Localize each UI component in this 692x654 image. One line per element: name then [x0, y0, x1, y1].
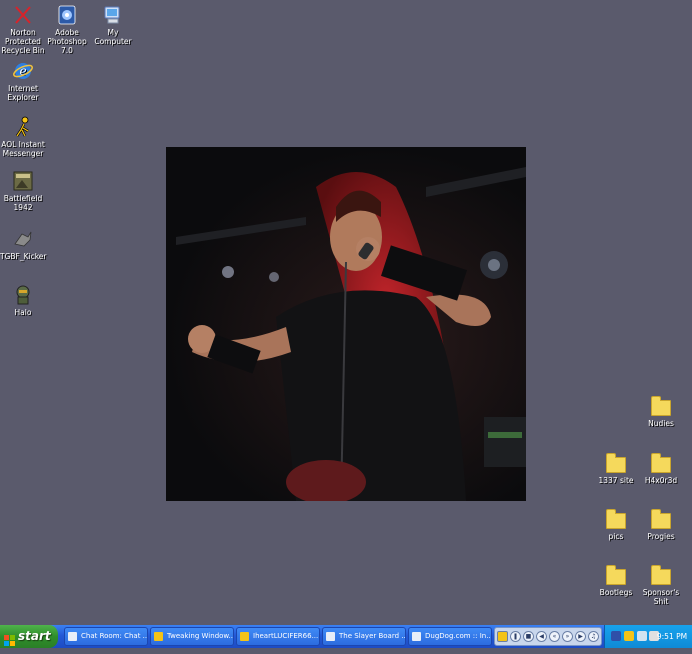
windows-flag-icon	[4, 631, 15, 646]
aim-icon	[240, 632, 249, 641]
folder-h4x0r3d[interactable]: H4x0r3d	[638, 453, 684, 485]
desktop-icon-recycle-bin[interactable]: Norton Protected Recycle Bin	[0, 4, 46, 55]
desktop-icon-label: Norton Protected Recycle Bin	[1, 28, 45, 55]
desktop-icon-aim[interactable]: AOL Instant Messenger	[0, 116, 46, 158]
fast-forward-icon[interactable]: »	[562, 631, 573, 642]
desktop-icon-internet-explorer[interactable]: e Internet Explorer	[0, 60, 46, 102]
photoshop-icon	[56, 4, 78, 26]
task-label: Chat Room: Chat ...	[81, 632, 148, 640]
folder-label: Progies	[647, 532, 675, 541]
aim-tray-icon[interactable]	[624, 631, 634, 641]
folder-icon	[606, 453, 626, 473]
previous-icon[interactable]: ◀	[536, 631, 547, 642]
taskbar-button-slayer-board[interactable]: The Slayer Board ...	[322, 627, 406, 646]
desktop-icon-battlefield[interactable]: Battlefield 1942	[0, 170, 46, 212]
folder-label: pics	[608, 532, 624, 541]
aim-icon	[12, 116, 34, 138]
start-label: start	[18, 629, 51, 643]
desktop-icon-my-computer[interactable]: My Computer	[90, 4, 136, 46]
recycle-bin-icon	[12, 4, 34, 26]
task-label: DugDog.com :: In...	[425, 632, 492, 640]
folder-bootlegs[interactable]: Bootlegs	[593, 565, 639, 597]
folder-label: 1337 site	[598, 476, 634, 485]
my-computer-icon	[102, 4, 124, 26]
folder-label: Nudies	[648, 419, 674, 428]
aim-icon	[154, 632, 163, 641]
pause-icon[interactable]: ❚	[510, 631, 521, 642]
desktop-icon-photoshop[interactable]: Adobe Photoshop 7.0	[44, 4, 90, 55]
browser-icon	[412, 632, 421, 641]
folder-icon	[606, 509, 626, 529]
task-label: The Slayer Board ...	[339, 632, 406, 640]
desktop-icon-label: TGBF_Kicker	[0, 252, 47, 261]
folder-icon	[651, 396, 671, 416]
security-icon[interactable]	[637, 631, 647, 641]
desktop-icon-label: Halo	[14, 308, 32, 317]
desktop-icon-halo[interactable]: Halo	[0, 284, 46, 317]
folder-1337-site[interactable]: 1337 site	[593, 453, 639, 485]
halo-icon	[12, 284, 34, 306]
next-icon[interactable]: ▶	[575, 631, 586, 642]
browser-icon	[326, 632, 335, 641]
folder-pics[interactable]: pics	[593, 509, 639, 541]
wallpaper-photo	[166, 147, 526, 501]
taskbar-button-iheartlucifer[interactable]: IheartLUCIFER66...	[236, 627, 320, 646]
battlefield-icon	[12, 170, 34, 192]
task-label: Tweaking Window...	[167, 632, 234, 640]
desktop-icon-label: Internet Explorer	[7, 84, 39, 102]
folder-label: H4x0r3d	[644, 476, 678, 485]
task-label: IheartLUCIFER66...	[253, 632, 319, 640]
taskbar-button-dugdog[interactable]: DugDog.com :: In...	[408, 627, 492, 646]
folder-label: Sponsor's Shit	[642, 588, 680, 606]
rewind-icon[interactable]: «	[549, 631, 560, 642]
desktop-icon-label: Adobe Photoshop 7.0	[47, 28, 87, 55]
desktop-icon-label: Battlefield 1942	[3, 194, 43, 212]
taskbar: start Chat Room: Chat ... Tweaking Windo…	[0, 625, 692, 648]
media-menu-icon[interactable]	[497, 631, 508, 642]
internet-explorer-icon: e	[12, 60, 34, 82]
network-icon[interactable]	[611, 631, 621, 641]
browser-icon	[68, 632, 77, 641]
taskbar-button-chat-room[interactable]: Chat Room: Chat ...	[64, 627, 148, 646]
desktop-icon-label: My Computer	[94, 28, 132, 46]
volume-icon[interactable]: ♫	[588, 631, 599, 642]
desktop-icon-kicker[interactable]: TGBF_Kicker	[0, 228, 47, 261]
folder-label: Bootlegs	[599, 588, 633, 597]
start-button[interactable]: start	[0, 625, 58, 648]
folder-sponsors-shit[interactable]: Sponsor's Shit	[638, 565, 684, 606]
folder-nudies[interactable]: Nudies	[638, 396, 684, 428]
desktop-icon-label: AOL Instant Messenger	[1, 140, 45, 158]
folder-icon	[606, 565, 626, 585]
clock[interactable]: 9:51 PM	[654, 625, 690, 648]
folder-progies[interactable]: Progies	[638, 509, 684, 541]
folder-icon	[651, 453, 671, 473]
taskbar-button-tweaking[interactable]: Tweaking Window...	[150, 627, 234, 646]
stop-icon[interactable]: ■	[523, 631, 534, 642]
kicker-icon	[12, 228, 34, 250]
media-player-toolbar: ❚ ■ ◀ « » ▶ ♫	[494, 627, 602, 646]
folder-icon	[651, 565, 671, 585]
folder-icon	[651, 509, 671, 529]
